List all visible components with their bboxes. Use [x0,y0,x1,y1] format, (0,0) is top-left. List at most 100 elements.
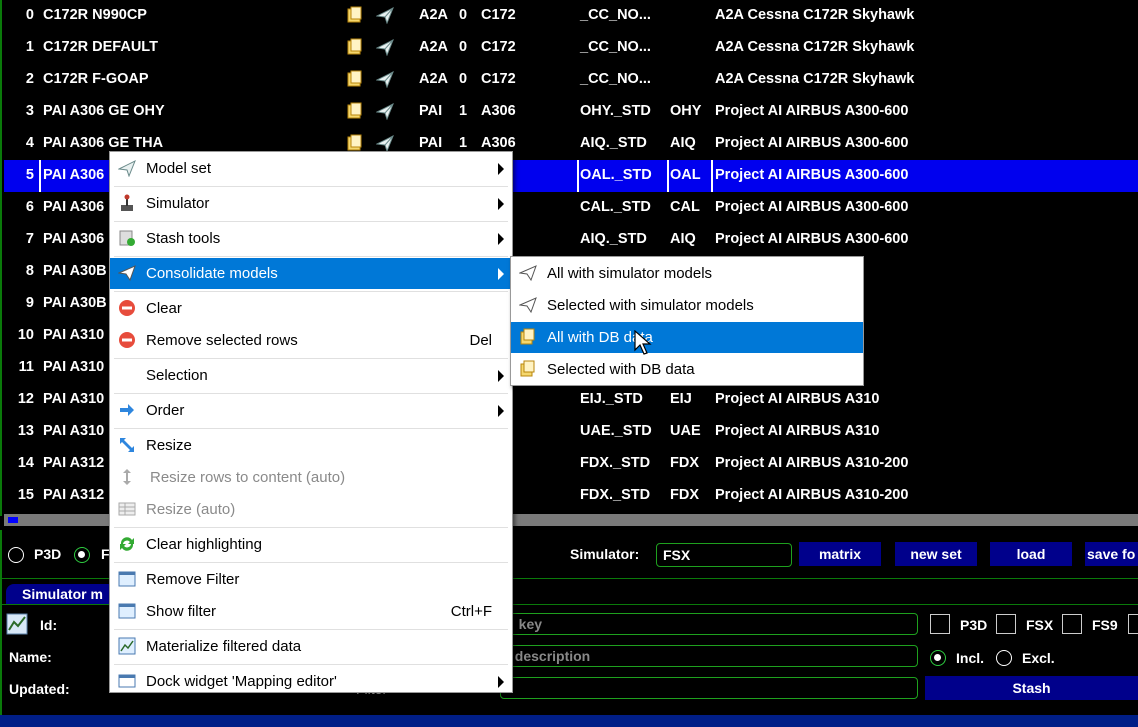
cell-a: PAI [419,103,443,119]
menu-item-label: Consolidate models [146,265,278,282]
fsx-radio[interactable] [74,547,90,563]
key-field[interactable] [500,613,918,635]
cell-idx: 9 [25,295,34,311]
menu-item-label: Remove Filter [146,571,240,588]
cell-c: C172 [481,39,516,55]
table-row[interactable]: 1 C172R DEFAULT A2A 0 C172 _CC_NO... A2A Cessn… [4,32,1138,64]
cell-idx: 0 [25,7,34,23]
cell-idx: 12 [17,391,34,407]
menu-item-resize[interactable]: Resize [110,430,512,461]
paper-plane-icon [518,264,537,282]
submenu-item-label: Selected with simulator models [547,297,754,314]
tab-simulator-models[interactable]: Simulator m [6,584,116,604]
cell-c: A306 [481,103,516,119]
table-row[interactable]: 2 C172R F-GOAP A2A 0 C172 _CC_NO... A2A Cessna… [4,64,1138,96]
simulator-field[interactable] [656,543,792,567]
new-set-button[interactable]: new set [895,542,977,566]
stash-button[interactable]: Stash [925,676,1138,700]
incl-radio[interactable] [930,650,946,666]
menu-item-show-filter[interactable]: Show filter Ctrl+F [110,596,512,627]
submenu-item-all-with-simulator-models[interactable]: All with simulator models [511,258,863,289]
menu-separator [114,562,508,563]
cell-idx: 14 [17,455,34,471]
save-button[interactable]: save fo [1085,542,1138,566]
mouse-cursor-icon [634,330,652,355]
column-divider [667,160,669,192]
column-divider [577,160,579,192]
menu-item-simulator[interactable]: Simulator [110,188,512,219]
panel-border [0,530,2,727]
cell-f: Project AI AIRBUS A300-600 [715,135,909,151]
resize-vertical-icon [118,468,136,486]
cell-model: C172R N990CP [43,7,147,23]
panel-border [0,0,2,516]
cell-a: A2A [419,39,449,55]
cell-d: OAL._STD [580,167,652,183]
cell-idx: 13 [17,423,34,439]
menu-item-remove-selected-rows[interactable]: Remove selected rows Del [110,325,512,356]
fsx-check-label: FSX [1026,617,1054,633]
p3d-checkbox[interactable] [930,614,950,634]
database-icon [519,328,537,346]
cell-idx: 6 [25,199,34,215]
menu-item-remove-filter[interactable]: Remove Filter [110,564,512,595]
cell-model: PAI A310 [43,327,105,343]
menu-item-label: Resize rows to content (auto) [150,469,346,486]
cell-model: PAI A312 [43,487,105,503]
cell-e: AIQ [670,231,696,247]
cell-f: Project AI AIRBUS A300-600 [715,103,909,119]
filter-field[interactable] [500,677,918,699]
table-row[interactable]: 0 C172R N990CP A2A 0 C172 _CC_NO... A2A Cessna… [4,0,1138,32]
description-field[interactable] [500,645,918,667]
fs9-check-label: FS9 [1092,617,1118,633]
joystick-icon [118,194,136,212]
cell-f: A2A Cessna C172R Skyhawk [715,7,915,23]
menu-item-label: Simulator [146,195,210,212]
menu-item-dock-widget-mapping-editor[interactable]: Dock widget 'Mapping editor' [110,666,512,697]
p3d-radio[interactable] [8,547,24,563]
context-menu: Model set Simulator Stash tools Consolidate… [109,151,513,693]
menu-item-clear[interactable]: Clear [110,293,512,324]
menu-item-materialize-filtered-data[interactable]: Materialize filtered data [110,631,512,662]
cell-f: Project AI AIRBUS A310 [715,423,880,439]
matrix-button[interactable]: matrix [799,542,881,566]
menu-item-consolidate-models[interactable]: Consolidate models [110,258,512,289]
cell-model: C172R F-GOAP [43,71,149,87]
submenu-item-all-with-db-data[interactable]: All with DB data [511,322,863,353]
cell-c: C172 [481,7,516,23]
cell-idx: 7 [25,231,34,247]
menu-item-clear-highlighting[interactable]: Clear highlighting [110,529,512,560]
plane-icon [375,6,394,25]
table-row[interactable]: 3 PAI A306 GE OHY PAI 1 A306 OHY._STD OHY Proje… [4,96,1138,128]
scrollbar-thumb[interactable] [8,517,18,523]
submenu-item-selected-with-simulator-models[interactable]: Selected with simulator models [511,290,863,321]
column-divider [711,160,713,192]
cell-idx: 5 [25,167,34,183]
menu-item-resize-auto[interactable]: Resize (auto) [110,494,512,525]
menu-item-selection[interactable]: Selection [110,360,512,391]
extra-checkbox[interactable] [1128,614,1138,634]
menu-item-order[interactable]: Order [110,395,512,426]
menu-item-model-set[interactable]: Model set [110,153,512,184]
excl-radio[interactable] [996,650,1012,666]
menu-separator [114,664,508,665]
menu-item-label: Stash tools [146,230,221,247]
menu-separator [114,428,508,429]
cell-b: 0 [459,39,468,55]
cell-d: AIQ._STD [580,135,647,151]
cell-d: _CC_NO... [580,39,651,55]
menu-item-stash-tools[interactable]: Stash tools [110,223,512,254]
cell-e: OAL [670,167,701,183]
cell-a: A2A [419,7,449,23]
menu-item-label: Show filter [146,603,217,620]
stash-icon [118,229,136,247]
cell-a: PAI [419,135,443,151]
submenu-item-selected-with-db-data[interactable]: Selected with DB data [511,354,863,385]
load-button[interactable]: load [990,542,1072,566]
shortcut-label: Del [469,332,492,349]
p3d-label: P3D [34,546,62,562]
fsx-checkbox[interactable] [996,614,1016,634]
fs9-checkbox[interactable] [1062,614,1082,634]
menu-item-resize-rows-to-content-auto[interactable]: Resize rows to content (auto) [110,462,512,493]
menu-item-label: Remove selected rows [146,332,298,349]
